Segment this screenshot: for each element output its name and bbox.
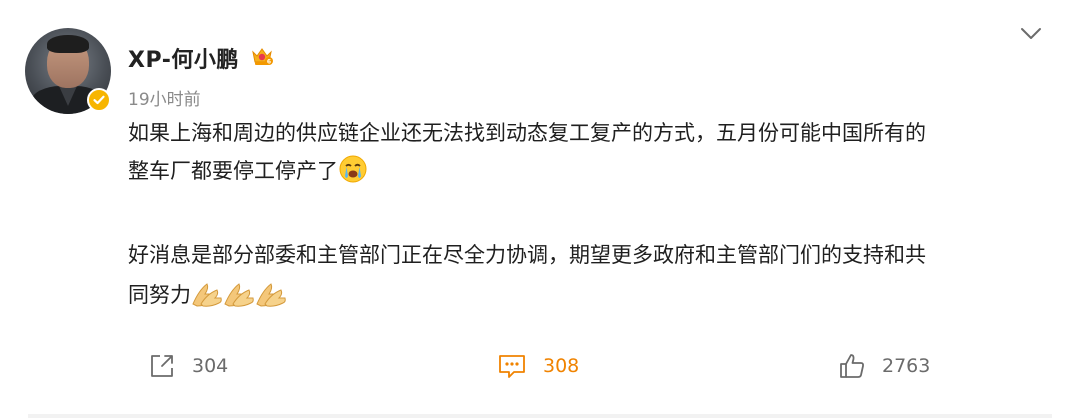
divider (28, 414, 1052, 418)
username[interactable]: XP-何小鹏 (128, 42, 239, 74)
comment-icon (499, 355, 525, 378)
weibo-post-card: XP-何小鹏 6 19小时前 如果上海和周边的供应链企业还无法找到动态复工复产的… (0, 0, 1080, 418)
svg-text:6: 6 (267, 59, 271, 66)
pray-hands-emoji (256, 283, 286, 307)
share-button[interactable]: 304 (148, 350, 228, 382)
share-icon (151, 355, 173, 377)
pray-hands-emoji (224, 283, 254, 307)
comment-count: 308 (543, 355, 580, 377)
like-button[interactable]: 2763 (838, 350, 930, 382)
post-text-line: 整车厂都要停工停产了 (128, 152, 1048, 190)
like-count: 2763 (882, 355, 931, 377)
post-timestamp[interactable]: 19小时前 (128, 85, 201, 110)
post-text-line: 如果上海和周边的供应链企业还无法找到动态复工复产的方式，五月份可能中国所有的 (128, 121, 926, 145)
thumbs-up-icon (840, 354, 864, 378)
post-text-line: 好消息是部分部委和主管部门正在尽全力协调，期望更多政府和主管部门们的支持和共 (128, 243, 926, 267)
chevron-down-icon[interactable] (1020, 26, 1042, 42)
crying-face-emoji (339, 155, 367, 183)
post-text-line: 同努力 (128, 276, 1048, 314)
verified-badge-icon (87, 88, 111, 112)
crown-badge-icon: 6 (252, 48, 273, 66)
share-count: 304 (192, 355, 229, 377)
comment-button[interactable]: 308 (497, 350, 579, 382)
pray-hands-emoji (192, 283, 222, 307)
